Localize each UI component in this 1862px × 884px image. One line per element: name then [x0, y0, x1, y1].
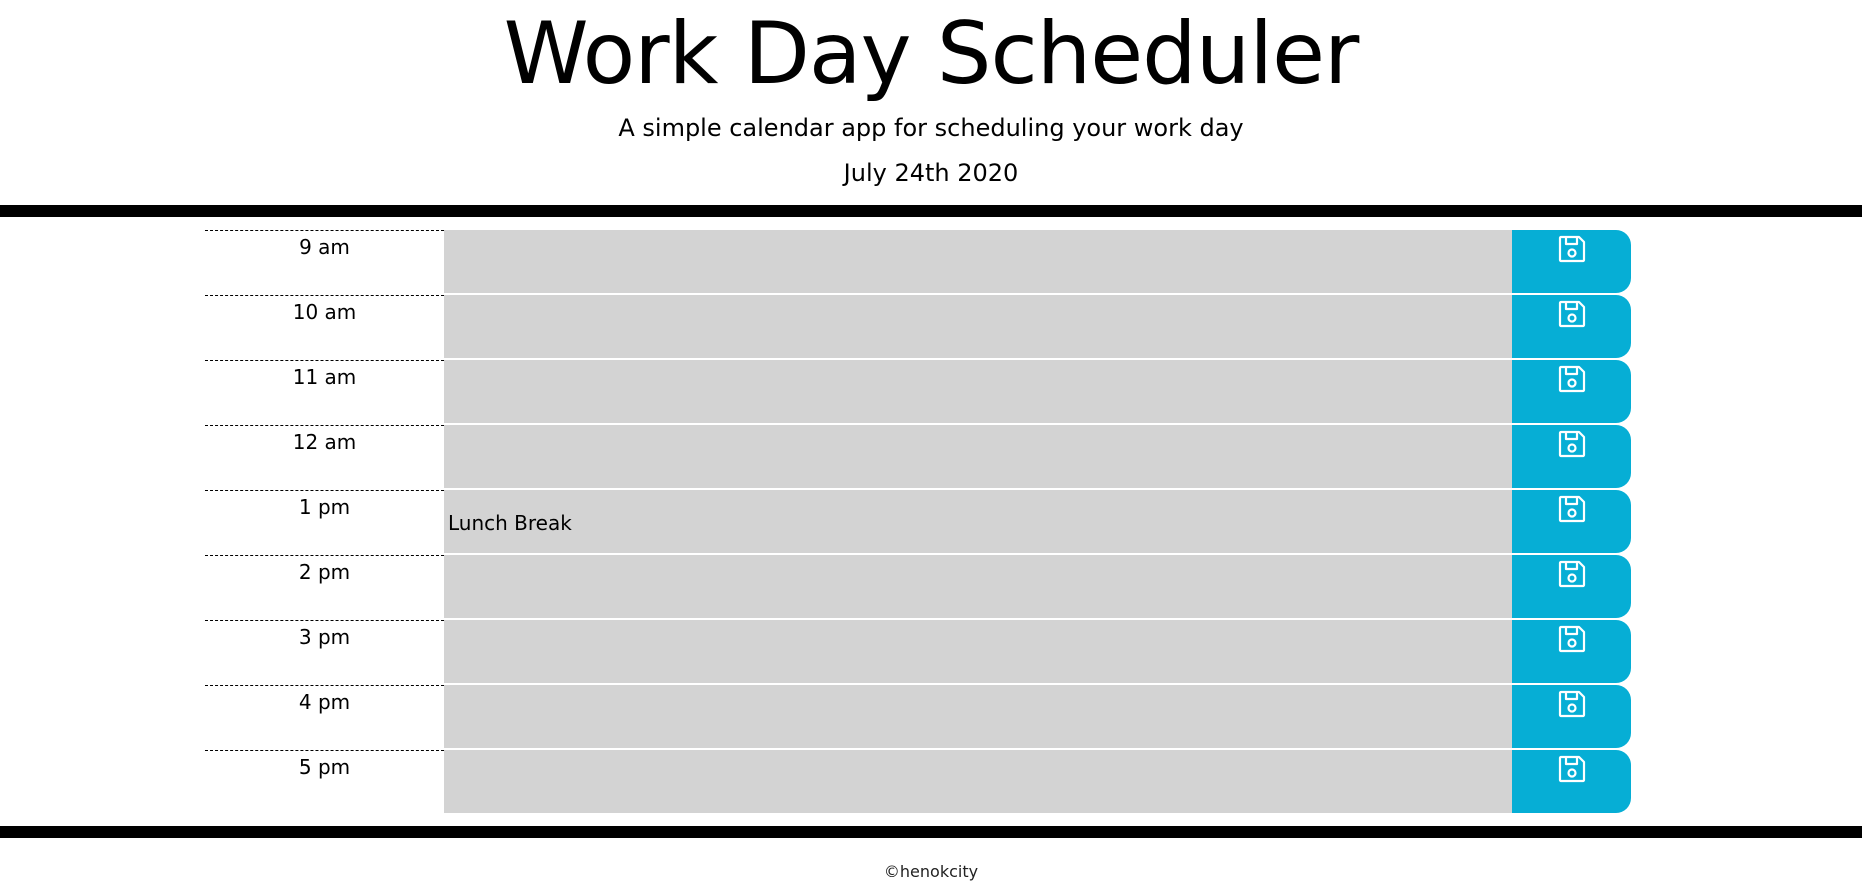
event-description-field[interactable]	[444, 750, 1512, 813]
event-description-field[interactable]	[444, 295, 1512, 358]
event-description-field[interactable]	[444, 685, 1512, 748]
page-title: Work Day Scheduler	[503, 4, 1360, 104]
hour-label: 1 pm	[205, 490, 444, 553]
time-block-row: 9 am	[205, 230, 1631, 293]
hour-label: 12 am	[205, 425, 444, 488]
hour-label: 9 am	[205, 230, 444, 293]
hour-label: 10 am	[205, 295, 444, 358]
save-button[interactable]	[1512, 750, 1631, 813]
save-button[interactable]	[1512, 425, 1631, 488]
hour-text: 2 pm	[298, 560, 351, 584]
time-block-row: 12 am	[205, 425, 1631, 488]
hour-text: 9 am	[299, 235, 350, 259]
time-block-row: 10 am	[205, 295, 1631, 358]
save-button[interactable]	[1512, 685, 1631, 748]
event-description-field[interactable]: Lunch Break	[444, 490, 1512, 553]
time-block-row: 1 pm Lunch Break	[205, 490, 1631, 553]
footer: ©henokcity	[0, 860, 1862, 884]
current-date: July 24th 2020	[843, 159, 1019, 187]
hour-text: 11 am	[292, 365, 357, 389]
hour-label: 3 pm	[205, 620, 444, 683]
bottom-divider	[0, 826, 1862, 838]
hour-label: 2 pm	[205, 555, 444, 618]
header: Work Day Scheduler A simple calendar app…	[0, 0, 1862, 217]
hour-text: 5 pm	[298, 755, 351, 779]
scheduler: 9 am 10 am 11 am 12 am 1 pm Lunch Break 2 pm 3 …	[205, 230, 1631, 813]
save-button[interactable]	[1512, 620, 1631, 683]
hour-label: 4 pm	[205, 685, 444, 748]
hour-text: 10 am	[292, 300, 357, 324]
floppy-disk-icon	[1556, 753, 1588, 789]
event-description-field[interactable]	[444, 620, 1512, 683]
time-block-row: 11 am	[205, 360, 1631, 423]
save-button[interactable]	[1512, 360, 1631, 423]
save-button[interactable]	[1512, 230, 1631, 293]
page-subtitle: A simple calendar app for scheduling you…	[618, 114, 1244, 142]
save-button[interactable]	[1512, 295, 1631, 358]
event-description-field[interactable]	[444, 360, 1512, 423]
time-block-row: 2 pm	[205, 555, 1631, 618]
hour-text: 1 pm	[298, 495, 351, 519]
floppy-disk-icon	[1556, 623, 1588, 659]
floppy-disk-icon	[1556, 363, 1588, 399]
event-description-field[interactable]	[444, 230, 1512, 293]
floppy-disk-icon	[1556, 233, 1588, 269]
hour-text: 4 pm	[298, 690, 351, 714]
save-button[interactable]	[1512, 490, 1631, 553]
floppy-disk-icon	[1556, 688, 1588, 724]
hour-label: 11 am	[205, 360, 444, 423]
save-button[interactable]	[1512, 555, 1631, 618]
hour-label: 5 pm	[205, 750, 444, 813]
floppy-disk-icon	[1556, 428, 1588, 464]
time-block-row: 4 pm	[205, 685, 1631, 748]
event-description-field[interactable]	[444, 425, 1512, 488]
hour-text: 3 pm	[298, 625, 351, 649]
hour-text: 12 am	[292, 430, 357, 454]
event-description-field[interactable]	[444, 555, 1512, 618]
floppy-disk-icon	[1556, 493, 1588, 529]
footer-credit: ©henokcity	[883, 862, 979, 881]
time-block-row: 3 pm	[205, 620, 1631, 683]
floppy-disk-icon	[1556, 558, 1588, 594]
time-block-row: 5 pm	[205, 750, 1631, 813]
floppy-disk-icon	[1556, 298, 1588, 334]
